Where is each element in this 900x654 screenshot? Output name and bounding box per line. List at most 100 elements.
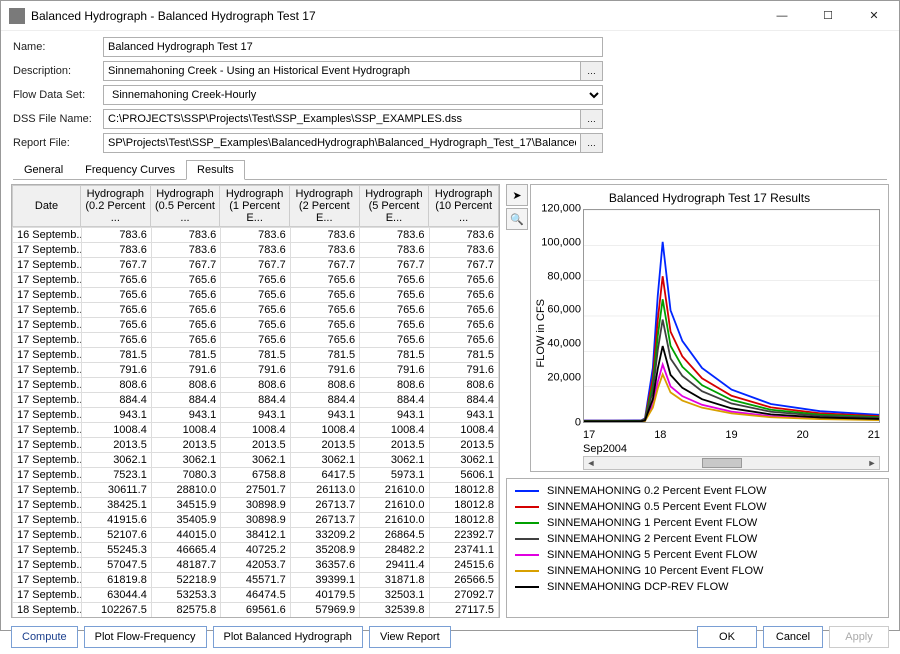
value-cell[interactable]: 2013.5 xyxy=(290,438,359,453)
table-row[interactable]: 17 Septemb..765.6765.6765.6765.6765.6765… xyxy=(13,273,499,288)
value-cell[interactable]: 32503.1 xyxy=(360,588,429,603)
tab-general[interactable]: General xyxy=(13,160,74,180)
value-cell[interactable]: 18012.8 xyxy=(429,483,498,498)
value-cell[interactable]: 24515.6 xyxy=(429,558,498,573)
value-cell[interactable]: 767.7 xyxy=(82,258,151,273)
date-cell[interactable]: 17 Septemb.. xyxy=(13,258,82,273)
scroll-thumb[interactable] xyxy=(702,458,742,468)
value-cell[interactable]: 884.4 xyxy=(82,393,151,408)
value-cell[interactable]: 1008.4 xyxy=(429,423,498,438)
value-cell[interactable]: 765.6 xyxy=(151,333,220,348)
value-cell[interactable]: 6417.5 xyxy=(290,468,359,483)
value-cell[interactable]: 30898.9 xyxy=(221,513,290,528)
value-cell[interactable]: 3062.1 xyxy=(221,453,290,468)
value-cell[interactable]: 765.6 xyxy=(429,318,498,333)
value-cell[interactable]: 765.6 xyxy=(221,303,290,318)
plot-balanced-hydrograph-button[interactable]: Plot Balanced Hydrograph xyxy=(213,626,363,648)
value-cell[interactable]: 46474.5 xyxy=(221,588,290,603)
value-cell[interactable]: 57969.9 xyxy=(290,603,359,618)
date-cell[interactable]: 17 Septemb.. xyxy=(13,483,82,498)
value-cell[interactable]: 44015.0 xyxy=(151,528,220,543)
date-cell[interactable]: 17 Septemb.. xyxy=(13,513,82,528)
date-cell[interactable]: 17 Septemb.. xyxy=(13,588,82,603)
value-cell[interactable]: 26713.7 xyxy=(290,513,359,528)
value-cell[interactable]: 22392.7 xyxy=(429,528,498,543)
ok-button[interactable]: OK xyxy=(697,626,757,648)
date-cell[interactable]: 17 Septemb.. xyxy=(13,243,82,258)
value-cell[interactable]: 82575.8 xyxy=(151,603,220,618)
date-cell[interactable]: 17 Septemb.. xyxy=(13,468,82,483)
value-cell[interactable]: 18012.8 xyxy=(429,513,498,528)
value-cell[interactable]: 767.7 xyxy=(221,258,290,273)
maximize-button[interactable]: ☐ xyxy=(805,1,851,31)
legend-item[interactable]: SINNEMAHONING 1 Percent Event FLOW xyxy=(515,517,880,529)
value-cell[interactable]: 31871.8 xyxy=(360,573,429,588)
col-header[interactable]: Hydrograph (0.2 Percent ... xyxy=(81,186,151,227)
table-row[interactable]: 17 Septemb..765.6765.6765.6765.6765.6765… xyxy=(13,288,499,303)
table-row[interactable]: 17 Septemb..781.5781.5781.5781.5781.5781… xyxy=(13,348,499,363)
value-cell[interactable]: 2013.5 xyxy=(82,438,151,453)
value-cell[interactable]: 102267.5 xyxy=(82,603,151,618)
table-row[interactable]: 17 Septemb..765.6765.6765.6765.6765.6765… xyxy=(13,333,499,348)
value-cell[interactable]: 53253.3 xyxy=(151,588,220,603)
value-cell[interactable]: 63044.4 xyxy=(82,588,151,603)
value-cell[interactable]: 943.1 xyxy=(82,408,151,423)
value-cell[interactable]: 55245.3 xyxy=(82,543,151,558)
col-header[interactable]: Date xyxy=(13,186,81,227)
value-cell[interactable]: 783.6 xyxy=(151,243,220,258)
table-row[interactable]: 17 Septemb..7523.17080.36758.86417.55973… xyxy=(13,468,499,483)
value-cell[interactable]: 808.6 xyxy=(429,378,498,393)
value-cell[interactable]: 1008.4 xyxy=(360,423,429,438)
date-cell[interactable]: 17 Septemb.. xyxy=(13,408,82,423)
value-cell[interactable]: 39399.1 xyxy=(290,573,359,588)
value-cell[interactable]: 46665.4 xyxy=(151,543,220,558)
value-cell[interactable]: 765.6 xyxy=(82,333,151,348)
col-header[interactable]: Hydrograph (5 Percent E... xyxy=(359,186,429,227)
value-cell[interactable]: 765.6 xyxy=(221,318,290,333)
value-cell[interactable]: 783.6 xyxy=(221,228,290,243)
value-cell[interactable]: 791.6 xyxy=(221,363,290,378)
minimize-button[interactable]: — xyxy=(759,1,805,31)
value-cell[interactable]: 29411.4 xyxy=(360,558,429,573)
value-cell[interactable]: 23741.1 xyxy=(429,543,498,558)
value-cell[interactable]: 791.6 xyxy=(151,363,220,378)
value-cell[interactable]: 30898.9 xyxy=(221,498,290,513)
value-cell[interactable]: 765.6 xyxy=(290,273,359,288)
value-cell[interactable]: 781.5 xyxy=(429,348,498,363)
date-cell[interactable]: 17 Septemb.. xyxy=(13,498,82,513)
value-cell[interactable]: 943.1 xyxy=(360,408,429,423)
value-cell[interactable]: 5973.1 xyxy=(360,468,429,483)
table-row[interactable]: 17 Septemb..943.1943.1943.1943.1943.1943… xyxy=(13,408,499,423)
value-cell[interactable]: 21610.0 xyxy=(360,483,429,498)
table-row[interactable]: 17 Septemb..52107.644015.038412.133209.2… xyxy=(13,528,499,543)
value-cell[interactable]: 765.6 xyxy=(290,303,359,318)
view-report-button[interactable]: View Report xyxy=(369,626,451,648)
value-cell[interactable]: 38425.1 xyxy=(82,498,151,513)
table-row[interactable]: 17 Septemb..767.7767.7767.7767.7767.7767… xyxy=(13,258,499,273)
value-cell[interactable]: 943.1 xyxy=(151,408,220,423)
value-cell[interactable]: 3062.1 xyxy=(290,453,359,468)
value-cell[interactable]: 765.6 xyxy=(151,318,220,333)
value-cell[interactable]: 18012.8 xyxy=(429,498,498,513)
value-cell[interactable]: 6758.8 xyxy=(221,468,290,483)
date-cell[interactable]: 17 Septemb.. xyxy=(13,303,82,318)
value-cell[interactable]: 45571.7 xyxy=(221,573,290,588)
value-cell[interactable]: 27501.7 xyxy=(221,483,290,498)
date-cell[interactable]: 17 Septemb.. xyxy=(13,288,82,303)
chart-hscroll[interactable]: ◄ ► xyxy=(583,456,880,470)
value-cell[interactable]: 27117.5 xyxy=(429,603,498,618)
legend-item[interactable]: SINNEMAHONING 0.2 Percent Event FLOW xyxy=(515,485,880,497)
flow-select[interactable]: Sinnemahoning Creek-Hourly xyxy=(103,85,603,105)
value-cell[interactable]: 48187.7 xyxy=(151,558,220,573)
value-cell[interactable]: 767.7 xyxy=(429,258,498,273)
value-cell[interactable]: 765.6 xyxy=(82,288,151,303)
value-cell[interactable]: 765.6 xyxy=(221,273,290,288)
value-cell[interactable]: 781.5 xyxy=(221,348,290,363)
col-header[interactable]: Hydrograph (2 Percent E... xyxy=(289,186,359,227)
value-cell[interactable]: 783.6 xyxy=(429,228,498,243)
legend-item[interactable]: SINNEMAHONING 10 Percent Event FLOW xyxy=(515,565,880,577)
date-cell[interactable]: 17 Septemb.. xyxy=(13,378,82,393)
close-button[interactable]: ✕ xyxy=(851,1,897,31)
table-row[interactable]: 17 Septemb..38425.134515.930898.926713.7… xyxy=(13,498,499,513)
table-row[interactable]: 17 Septemb..808.6808.6808.6808.6808.6808… xyxy=(13,378,499,393)
